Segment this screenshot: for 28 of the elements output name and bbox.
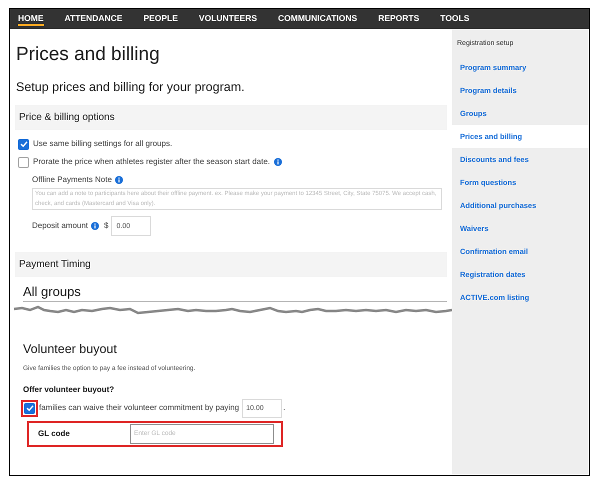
page-subtitle: Setup prices and billing for your program.	[16, 79, 246, 95]
nav-tab[interactable]: REPORTS	[378, 12, 420, 26]
nav-tab[interactable]: TOOLS	[440, 12, 470, 26]
checkbox[interactable]	[18, 138, 29, 150]
info-icon	[91, 222, 100, 230]
group-heading: All groups	[23, 284, 447, 302]
nav-tab[interactable]: ATTENDANCE	[64, 12, 122, 26]
checkbox[interactable]	[24, 402, 35, 414]
currency-symbol: $	[104, 220, 108, 232]
section-header: Price & billing options	[15, 105, 447, 130]
info-icon	[274, 158, 282, 166]
nav-tab[interactable]: VOLUNTEERS	[198, 12, 258, 26]
field-label: GL code	[38, 428, 71, 440]
field-label: Offline Payments Note	[32, 174, 112, 186]
field-label: Offer volunteer buyout?	[23, 384, 116, 396]
checkbox-label: Use same billing settings for all groups.	[33, 138, 172, 150]
field-label: Deposit amount	[32, 220, 88, 232]
info-icon	[114, 176, 123, 184]
section-header: Payment Timing	[15, 252, 447, 277]
nav-tab[interactable]: PEOPLE	[143, 12, 178, 26]
nav-tab[interactable]: HOME	[18, 12, 44, 26]
page-title: Prices and billing	[16, 43, 161, 67]
punctuation: .	[283, 402, 286, 414]
section-title: Volunteer buyout	[23, 341, 118, 357]
checkbox-label: Prorate the price when athletes register after the season start date.	[33, 156, 270, 168]
nav-tab[interactable]: COMMUNICATIONS	[278, 12, 358, 26]
checkbox[interactable]	[18, 156, 29, 168]
checkbox-label: families can waive their volunteer commitment by paying	[39, 402, 240, 414]
